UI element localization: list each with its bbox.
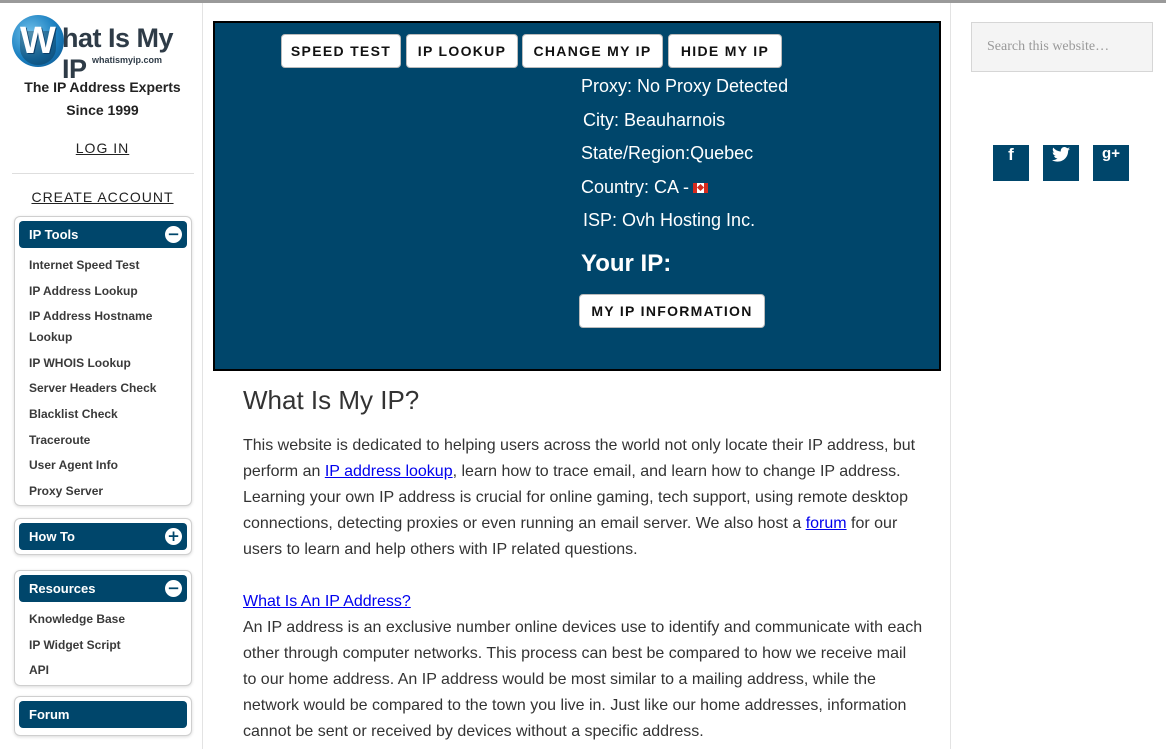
sidebar-item-hostname-lookup[interactable]: IP Address Hostname Lookup (29, 306, 191, 353)
resources-panel: Resources − Knowledge Base IP Widget Scr… (14, 570, 192, 686)
sidebar-item-knowledge-base[interactable]: Knowledge Base (29, 609, 191, 635)
sidebar-item-proxy-server[interactable]: Proxy Server (29, 481, 191, 507)
proxy-status: Proxy: No Proxy Detected (581, 76, 789, 96)
right-sidebar: Search this website… f g+ (950, 3, 1166, 749)
ip-lookup-button[interactable]: IP LOOKUP (406, 34, 518, 68)
expand-icon[interactable]: + (165, 528, 182, 545)
how-to-panel: How To + (14, 518, 192, 555)
create-account-link[interactable]: CREATE ACCOUNT (10, 189, 195, 205)
tagline: The IP Address Experts (24, 79, 181, 95)
resources-title: Resources (29, 581, 96, 596)
facebook-icon[interactable]: f (993, 145, 1029, 181)
forum-header[interactable]: Forum (19, 701, 187, 728)
logo-letter: W (20, 20, 56, 62)
how-to-title: How To (29, 529, 75, 544)
ip-tools-panel: IP Tools − Internet Speed Test IP Addres… (14, 216, 192, 506)
google-plus-icon[interactable]: g+ (1093, 145, 1129, 181)
change-my-ip-button[interactable]: CHANGE MY IP (522, 34, 663, 68)
how-to-header[interactable]: How To + (19, 523, 187, 550)
speed-test-button[interactable]: SPEED TEST (281, 34, 401, 68)
article: What Is My IP? This website is dedicated… (243, 385, 923, 745)
divider (12, 173, 194, 174)
ip-address-paragraph: An IP address is an exclusive number onl… (243, 619, 923, 740)
country-value: Country: CA - (581, 177, 690, 197)
country-row: Country: CA - (581, 177, 709, 198)
search-input[interactable]: Search this website… (971, 22, 1153, 72)
sidebar-item-widget-script[interactable]: IP Widget Script (29, 635, 191, 661)
site-logo[interactable]: W hat Is My IP whatismyip.com (12, 15, 196, 84)
ip-tools-title: IP Tools (29, 227, 79, 242)
ip-lookup-link[interactable]: IP address lookup (325, 463, 453, 480)
city-value: City: Beauharnois (583, 110, 726, 130)
logo-domain: whatismyip.com (92, 55, 163, 65)
twitter-icon[interactable] (1043, 145, 1079, 181)
page-title: What Is My IP? (243, 385, 420, 415)
resources-header[interactable]: Resources − (19, 575, 187, 602)
ip-tools-header[interactable]: IP Tools − (19, 221, 187, 248)
what-is-ip-address-link[interactable]: What Is An IP Address? (243, 593, 411, 610)
canada-flag-icon (693, 183, 709, 193)
resources-list: Knowledge Base IP Widget Script API (15, 606, 191, 686)
hide-my-ip-button[interactable]: HIDE MY IP (668, 34, 782, 68)
sidebar-item-ip-lookup[interactable]: IP Address Lookup (29, 281, 191, 307)
sidebar-item-api[interactable]: API (29, 660, 191, 686)
your-ip-label: Your IP: (581, 250, 672, 277)
ip-tools-list: Internet Speed Test IP Address Lookup IP… (15, 252, 191, 506)
collapse-icon[interactable]: − (165, 226, 182, 243)
forum-panel: Forum (14, 696, 192, 736)
login-link[interactable]: LOG IN (10, 140, 195, 156)
sidebar-item-blacklist[interactable]: Blacklist Check (29, 404, 191, 430)
sidebar-item-server-headers[interactable]: Server Headers Check (29, 378, 191, 404)
state-value: State/Region:Quebec (581, 143, 754, 163)
left-sidebar: W hat Is My IP whatismyip.com The IP Add… (0, 3, 203, 749)
intro-paragraph: This website is dedicated to helping use… (243, 433, 923, 563)
isp-value: ISP: Ovh Hosting Inc. (583, 210, 756, 230)
sidebar-item-speed-test[interactable]: Internet Speed Test (29, 255, 191, 281)
sidebar-item-user-agent[interactable]: User Agent Info (29, 455, 191, 481)
collapse-icon[interactable]: − (165, 580, 182, 597)
forum-link[interactable]: forum (806, 515, 847, 532)
ip-info-hero: SPEED TEST IP LOOKUP CHANGE MY IP HIDE M… (213, 21, 941, 371)
forum-title: Forum (29, 707, 70, 722)
my-ip-information-button[interactable]: MY IP INFORMATION (579, 294, 765, 328)
sidebar-item-whois[interactable]: IP WHOIS Lookup (29, 353, 191, 379)
sidebar-item-traceroute[interactable]: Traceroute (29, 430, 191, 456)
tagline-since: Since 1999 (66, 102, 139, 118)
